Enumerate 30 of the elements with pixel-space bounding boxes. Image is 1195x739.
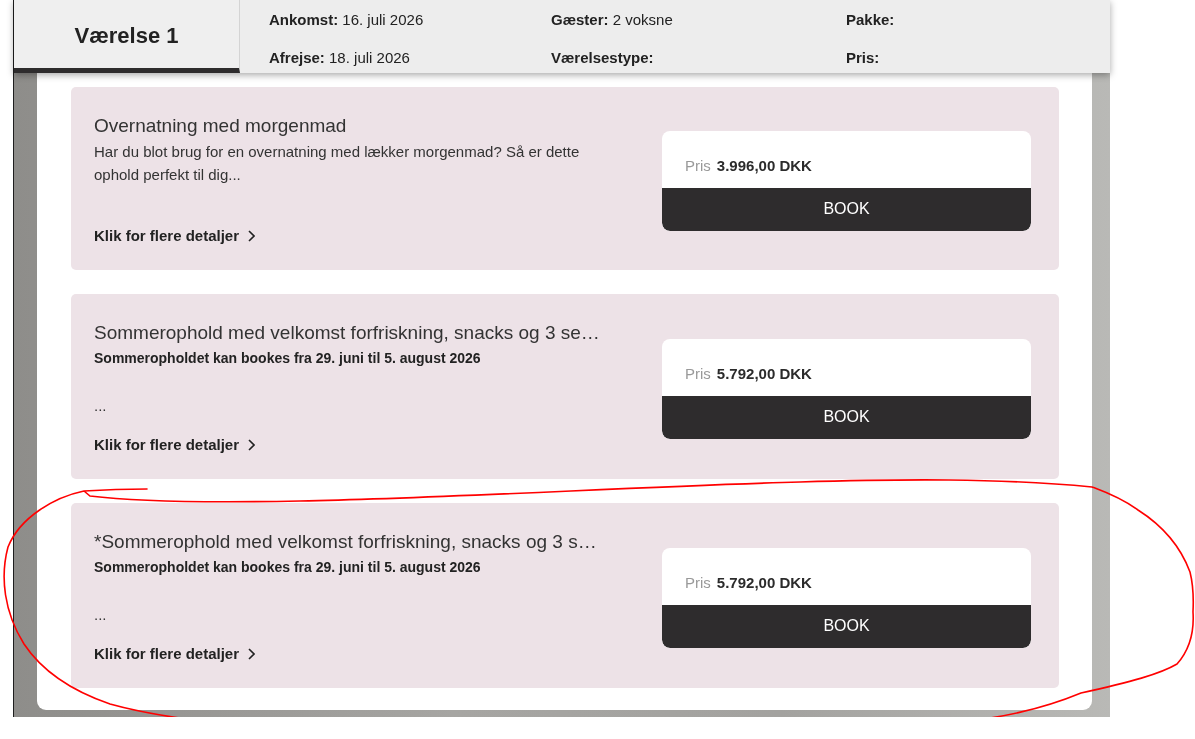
price-amount: 5.792,00 DKK	[716, 572, 812, 593]
package-subtitle: Sommeropholdet kan bookes fra 29. juni til 5. august 2026	[94, 349, 482, 368]
detail-text: Pris:	[846, 47, 881, 68]
detail-text: Afrejse: 18. juli 2026	[269, 47, 411, 68]
chevron-right-icon	[248, 230, 256, 242]
detail-text: Pakke:	[846, 10, 896, 30]
detail-text: Gæster: 2 voksne	[551, 10, 674, 30]
room-tab[interactable]: Værelse 1	[14, 0, 240, 73]
detail-text: Værelsestype:	[551, 47, 655, 68]
price-amount: 3.996,00 DKK	[716, 155, 812, 176]
chevron-right-icon	[248, 439, 256, 451]
detail-text: Ankomst: 16. juli 2026	[269, 10, 425, 30]
package-description: Har du blot brug for en overnatning med lækker morgenmad? Så er dette ophold perfekt til dig...	[94, 142, 581, 185]
package-description: ...	[94, 605, 108, 625]
details-link[interactable]: Klik for flere detaljer	[94, 225, 256, 247]
chevron-right-icon	[248, 648, 256, 660]
package-title: *Sommerophold med velkomst forfriskning, snacks og 3 s…	[94, 530, 598, 554]
book-button[interactable]: BOOK	[662, 395, 1031, 439]
price-label: Pris	[685, 572, 711, 593]
price-amount: 5.792,00 DKK	[716, 363, 812, 384]
details-link[interactable]: Klik for flere detaljer	[94, 434, 256, 456]
book-button[interactable]: BOOK	[662, 604, 1031, 648]
book-button[interactable]: BOOK	[662, 187, 1031, 231]
price-label: Pris	[685, 155, 711, 176]
details-link[interactable]: Klik for flere detaljer	[94, 643, 256, 665]
package-description: ...	[94, 396, 108, 416]
price-label: Pris	[685, 363, 711, 384]
package-title: Overnatning med morgenmad	[94, 114, 348, 138]
package-title: Sommerophold med velkomst forfriskning, snacks og 3 se…	[94, 321, 601, 345]
package-subtitle: Sommeropholdet kan bookes fra 29. juni til 5. august 2026	[94, 558, 482, 577]
